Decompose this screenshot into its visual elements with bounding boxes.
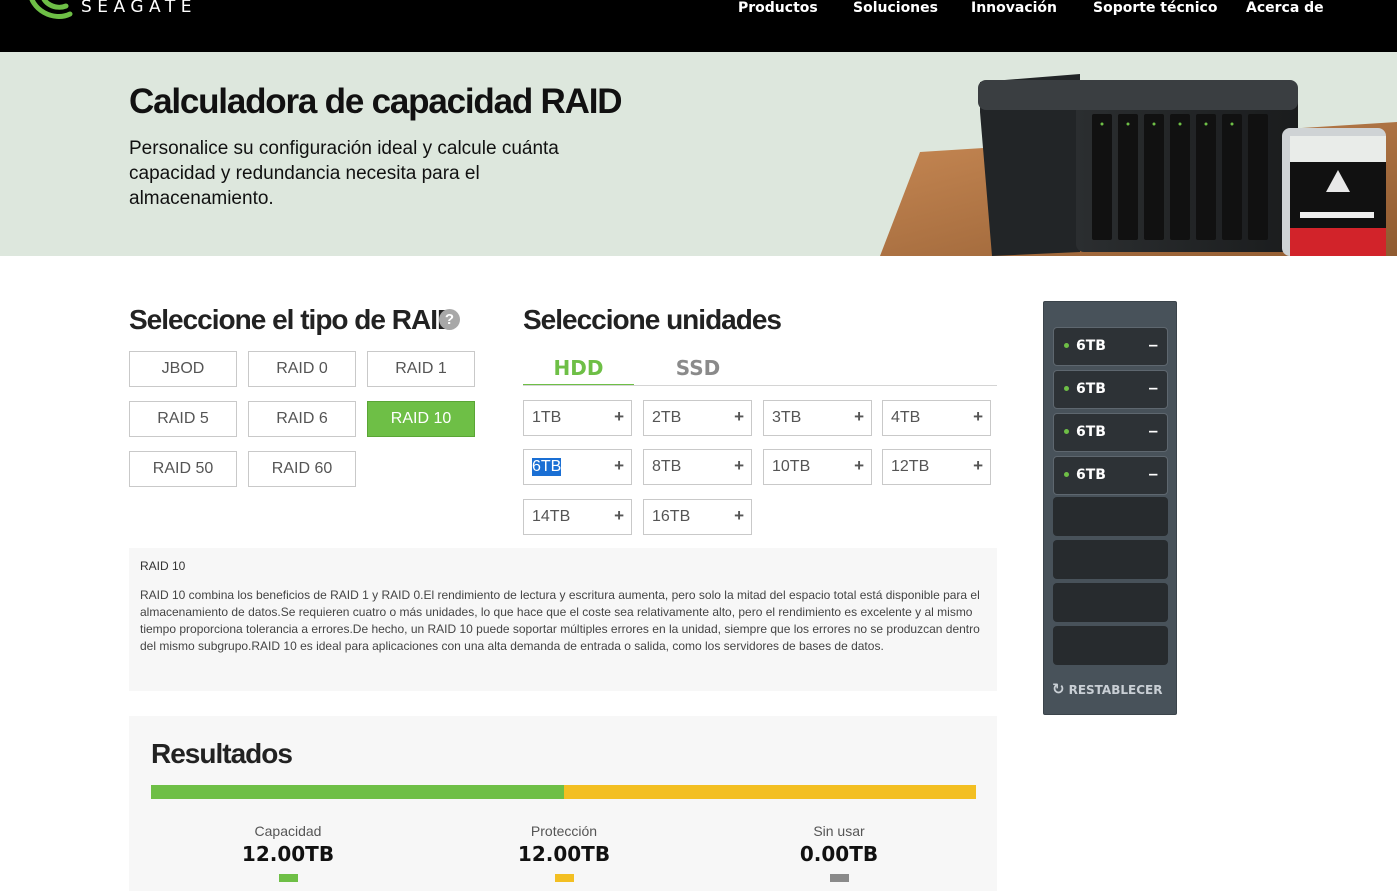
tab-ssd[interactable]: SSD	[634, 356, 762, 386]
raid-option-raid1[interactable]: RAID 1	[367, 351, 475, 387]
plus-icon: +	[854, 407, 864, 426]
drives-heading: Seleccione unidades	[523, 304, 782, 335]
nas-bay-panel: 6TB – 6TB – 6TB – 6TB – ↻ RESTABLECER	[1043, 301, 1177, 715]
status-led-icon	[1064, 429, 1069, 434]
drive-option-10tb[interactable]: 10TB +	[763, 449, 872, 485]
slot-capacity: 6TB	[1076, 381, 1106, 397]
plus-icon: +	[614, 407, 624, 426]
drive-size-label: 3TB	[772, 409, 802, 426]
stat-value: 0.00TB	[799, 842, 879, 866]
drive-option-12tb[interactable]: 12TB +	[882, 449, 991, 485]
nav-productos[interactable]: Productos	[738, 0, 818, 17]
drive-option-6tb[interactable]: 6TB +	[523, 449, 632, 485]
stat-swatch	[829, 874, 849, 882]
nav-acerca-de[interactable]: Acerca de	[1246, 0, 1324, 17]
plus-icon: +	[734, 506, 744, 525]
nas-slot-empty	[1053, 497, 1168, 536]
remove-drive-icon[interactable]: –	[1149, 335, 1158, 355]
reset-icon: ↻	[1052, 680, 1065, 698]
top-navigation: SEAGATE Productos Soluciones Innovación …	[0, 0, 1397, 52]
description-body: RAID 10 combina los beneficios de RAID 1…	[140, 588, 980, 653]
capacity-bar-fill	[151, 785, 564, 799]
reset-label: RESTABLECER	[1068, 683, 1163, 697]
raid-option-raid0[interactable]: RAID 0	[248, 351, 356, 387]
status-led-icon	[1064, 343, 1069, 348]
stat-proteccion: Protección 12.00TB	[484, 823, 644, 882]
remove-drive-icon[interactable]: –	[1149, 464, 1158, 484]
plus-icon: +	[854, 456, 864, 475]
drive-size-label: 14TB	[532, 508, 571, 525]
stat-label: Sin usar	[813, 823, 865, 839]
raid-type-heading: Seleccione el tipo de RAID	[129, 304, 457, 335]
plus-icon: +	[614, 506, 624, 525]
drive-option-8tb[interactable]: 8TB +	[643, 449, 752, 485]
raid-option-raid60[interactable]: RAID 60	[248, 451, 356, 487]
plus-icon: +	[614, 456, 624, 475]
nas-slot-empty	[1053, 583, 1168, 622]
nas-slot-empty	[1053, 540, 1168, 579]
reset-button[interactable]: ↻ RESTABLECER	[1052, 680, 1162, 698]
nav-innovacion[interactable]: Innovación	[971, 0, 1057, 17]
drive-size-label: 4TB	[891, 409, 921, 426]
capacity-bar	[151, 785, 976, 799]
plus-icon: +	[734, 456, 744, 475]
stat-swatch	[554, 874, 574, 882]
raid-option-raid50[interactable]: RAID 50	[129, 451, 237, 487]
plus-icon: +	[973, 407, 983, 426]
page-subtitle: Personalice su configuración ideal y cal…	[129, 138, 559, 209]
slot-capacity: 6TB	[1076, 338, 1106, 354]
drive-option-4tb[interactable]: 4TB +	[882, 400, 991, 436]
nas-slot: 6TB –	[1053, 456, 1168, 495]
nas-device-image	[880, 74, 1397, 256]
page-title: Calculadora de capacidad RAID	[129, 82, 623, 121]
plus-icon: +	[734, 407, 744, 426]
drive-option-3tb[interactable]: 3TB +	[763, 400, 872, 436]
nas-slot: 6TB –	[1053, 413, 1168, 452]
slot-capacity: 6TB	[1076, 424, 1106, 440]
tab-divider	[523, 385, 997, 386]
slot-capacity: 6TB	[1076, 467, 1106, 483]
results-panel: Resultados Capacidad 12.00TB Protección …	[129, 716, 997, 891]
drive-size-label: 8TB	[652, 458, 682, 475]
drive-size-label: 1TB	[532, 409, 562, 426]
stat-label: Protección	[530, 823, 598, 839]
help-icon[interactable]: ?	[439, 309, 460, 330]
plus-icon: +	[973, 456, 983, 475]
nas-slot-empty	[1053, 626, 1168, 665]
raid-option-raid6[interactable]: RAID 6	[248, 401, 356, 437]
drive-size-label: 6TB	[532, 458, 562, 476]
results-heading: Resultados	[151, 738, 293, 769]
nav-soluciones[interactable]: Soluciones	[853, 0, 938, 17]
remove-drive-icon[interactable]: –	[1149, 421, 1158, 441]
drive-option-16tb[interactable]: 16TB +	[643, 499, 752, 535]
status-led-icon	[1064, 472, 1069, 477]
stat-value: 12.00TB	[517, 842, 611, 866]
raid-description: RAID 10 RAID 10 combina los beneficios d…	[129, 548, 997, 691]
drive-size-label: 2TB	[652, 409, 682, 426]
seagate-logo-icon[interactable]	[24, 0, 84, 32]
stat-swatch	[278, 874, 298, 882]
drive-option-1tb[interactable]: 1TB +	[523, 400, 632, 436]
nas-slot: 6TB –	[1053, 327, 1168, 366]
stat-value: 12.00TB	[241, 842, 335, 866]
hero-banner: Calculadora de capacidad RAID Personalic…	[0, 52, 1397, 256]
nas-slot: 6TB –	[1053, 370, 1168, 409]
raid-option-jbod[interactable]: JBOD	[129, 351, 237, 387]
drive-size-label: 12TB	[891, 458, 930, 475]
tab-hdd[interactable]: HDD	[523, 356, 634, 386]
drive-size-label: 16TB	[652, 508, 691, 525]
nav-soporte-tecnico[interactable]: Soporte técnico	[1093, 0, 1217, 17]
stat-capacidad: Capacidad 12.00TB	[208, 823, 368, 882]
status-led-icon	[1064, 386, 1069, 391]
drive-option-2tb[interactable]: 2TB +	[643, 400, 752, 436]
raid-option-raid10[interactable]: RAID 10	[367, 401, 475, 437]
remove-drive-icon[interactable]: –	[1149, 378, 1158, 398]
description-title: RAID 10	[140, 559, 186, 573]
brand-name[interactable]: SEAGATE	[81, 0, 197, 17]
raid-option-raid5[interactable]: RAID 5	[129, 401, 237, 437]
drive-option-14tb[interactable]: 14TB +	[523, 499, 632, 535]
stat-sin-usar: Sin usar 0.00TB	[759, 823, 919, 882]
stat-label: Capacidad	[254, 823, 322, 839]
drive-size-label: 10TB	[772, 458, 811, 475]
